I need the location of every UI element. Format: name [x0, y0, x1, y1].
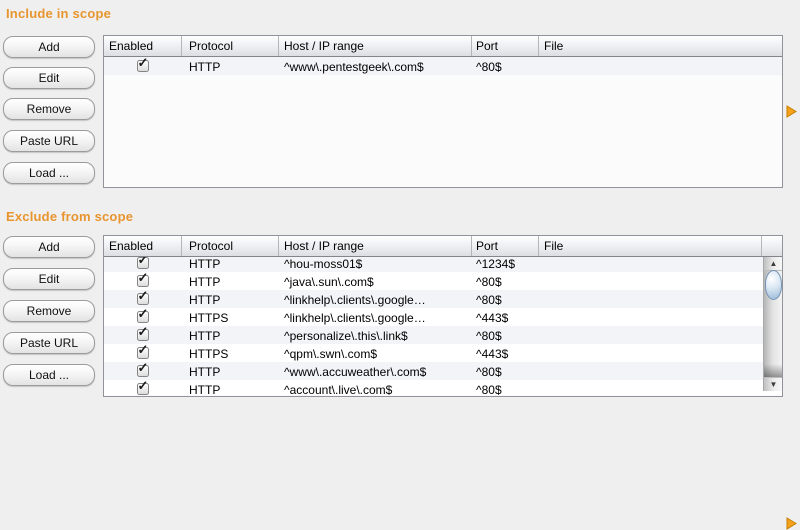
- column-header-protocol: Protocol: [189, 39, 233, 53]
- include-expander-arrow-icon[interactable]: [786, 105, 797, 118]
- column-divider[interactable]: [538, 36, 539, 56]
- vertical-scrollbar[interactable]: ▲ ▼: [763, 257, 783, 391]
- exclude-section-title: Exclude from scope: [6, 209, 133, 224]
- checkmark-icon: ✓: [138, 361, 149, 375]
- column-header-enabled: Enabled: [109, 39, 153, 53]
- column-header-port: Port: [476, 239, 498, 253]
- column-header-file: File: [544, 39, 563, 53]
- scrollbar-track-shadow: [764, 364, 783, 377]
- row-host: ^personalize\.this\.link$: [284, 329, 470, 343]
- exclude-add-button[interactable]: Add: [3, 236, 95, 258]
- table-row[interactable]: ✓ HTTPS ^linkhelp\.clients\.google… ^443$: [104, 308, 782, 326]
- column-divider[interactable]: [181, 36, 182, 56]
- checkmark-icon: ✓: [138, 307, 149, 321]
- checkmark-icon: ✓: [138, 257, 149, 267]
- column-divider[interactable]: [471, 236, 472, 256]
- row-protocol: HTTPS: [189, 347, 277, 361]
- exclude-remove-button[interactable]: Remove: [3, 300, 95, 322]
- include-section-title: Include in scope: [6, 6, 111, 21]
- row-protocol: HTTP: [189, 293, 277, 307]
- column-divider: [761, 236, 762, 256]
- exclude-from-scope-section: Exclude from scope Add Edit Remove Paste…: [0, 206, 800, 406]
- row-port: ^80$: [476, 383, 538, 395]
- checkmark-icon: ✓: [138, 379, 149, 393]
- checkmark-icon: ✓: [138, 343, 149, 357]
- row-port: ^80$: [476, 365, 538, 379]
- row-host: ^account\.live\.com$: [284, 383, 470, 395]
- column-header-file: File: [544, 239, 563, 253]
- row-enabled-checkbox[interactable]: ✓: [104, 57, 181, 75]
- row-host: ^java\.sun\.com$: [284, 275, 470, 289]
- row-protocol: HTTPS: [189, 311, 277, 325]
- checkmark-icon: ✓: [138, 271, 149, 285]
- table-row[interactable]: ✓ HTTP ^account\.live\.com$ ^80$: [104, 380, 782, 395]
- row-host: ^www\.accuweather\.com$: [284, 365, 470, 379]
- row-port: ^443$: [476, 311, 538, 325]
- row-enabled-checkbox[interactable]: ✓: [104, 380, 181, 395]
- include-remove-button[interactable]: Remove: [3, 98, 95, 120]
- table-row[interactable]: ✓ HTTP ^hou-moss01$ ^1234$: [104, 257, 782, 272]
- row-protocol: HTTP: [189, 383, 277, 395]
- row-protocol: HTTP: [189, 257, 277, 271]
- exclude-load-button[interactable]: Load ...: [3, 364, 95, 386]
- row-port: ^80$: [476, 275, 538, 289]
- scrollbar-thumb[interactable]: [765, 270, 782, 300]
- row-port: ^80$: [476, 293, 538, 307]
- include-table-header: Enabled Protocol Host / IP range Port Fi…: [104, 36, 782, 57]
- include-scope-table: ✓ HTTP ^www\.pentestgeek\.com$ ^80$ Enab…: [103, 35, 783, 188]
- scroll-up-icon[interactable]: ▲: [764, 257, 783, 271]
- row-host: ^linkhelp\.clients\.google…: [284, 293, 470, 307]
- row-host: ^linkhelp\.clients\.google…: [284, 311, 470, 325]
- table-row[interactable]: ✓ HTTP ^personalize\.this\.link$ ^80$: [104, 326, 782, 344]
- scroll-down-icon[interactable]: ▼: [764, 377, 783, 391]
- include-load-button[interactable]: Load ...: [3, 162, 95, 184]
- include-paste-url-button[interactable]: Paste URL: [3, 130, 95, 152]
- row-protocol: HTTP: [189, 60, 277, 74]
- exclude-table-body: ✓ HTTP ^hou-moss01$ ^1234$ ✓ HTTP ^java\.sun\.…: [104, 257, 782, 395]
- column-header-port: Port: [476, 39, 498, 53]
- table-row[interactable]: ✓ HTTP ^linkhelp\.clients\.google… ^80$: [104, 290, 782, 308]
- row-host: ^www\.pentestgeek\.com$: [284, 60, 470, 74]
- row-protocol: HTTP: [189, 329, 277, 343]
- row-port: ^1234$: [476, 257, 538, 271]
- row-protocol: HTTP: [189, 365, 277, 379]
- table-row[interactable]: ✓ HTTP ^www\.pentestgeek\.com$ ^80$: [104, 57, 782, 75]
- row-port: ^80$: [476, 329, 538, 343]
- column-header-host: Host / IP range: [284, 39, 364, 53]
- exclude-edit-button[interactable]: Edit: [3, 268, 95, 290]
- include-table-body: ✓ HTTP ^www\.pentestgeek\.com$ ^80$: [104, 57, 782, 186]
- table-row[interactable]: ✓ HTTP ^www\.accuweather\.com$ ^80$: [104, 362, 782, 380]
- include-edit-button[interactable]: Edit: [3, 67, 95, 89]
- table-row[interactable]: ✓ HTTP ^java\.sun\.com$ ^80$: [104, 272, 782, 290]
- include-add-button[interactable]: Add: [3, 36, 95, 58]
- column-header-protocol: Protocol: [189, 239, 233, 253]
- row-port: ^443$: [476, 347, 538, 361]
- table-row[interactable]: ✓ HTTPS ^qpm\.swn\.com$ ^443$: [104, 344, 782, 362]
- column-header-enabled: Enabled: [109, 239, 153, 253]
- checkmark-icon: ✓: [138, 325, 149, 339]
- checkmark-icon: ✓: [138, 57, 149, 70]
- column-divider[interactable]: [181, 236, 182, 256]
- exclude-paste-url-button[interactable]: Paste URL: [3, 332, 95, 354]
- row-port: ^80$: [476, 60, 538, 74]
- column-header-host: Host / IP range: [284, 239, 364, 253]
- column-divider[interactable]: [538, 236, 539, 256]
- include-in-scope-section: Include in scope Add Edit Remove Paste U…: [0, 0, 800, 206]
- column-divider[interactable]: [471, 36, 472, 56]
- row-protocol: HTTP: [189, 275, 277, 289]
- column-divider[interactable]: [278, 36, 279, 56]
- column-divider[interactable]: [278, 236, 279, 256]
- row-host: ^hou-moss01$: [284, 257, 470, 271]
- row-host: ^qpm\.swn\.com$: [284, 347, 470, 361]
- exclude-expander-arrow-icon[interactable]: [786, 517, 797, 530]
- checkmark-icon: ✓: [138, 289, 149, 303]
- exclude-table-header: Enabled Protocol Host / IP range Port Fi…: [104, 236, 782, 257]
- exclude-scope-table: ✓ HTTP ^hou-moss01$ ^1234$ ✓ HTTP ^java\.sun\.…: [103, 235, 783, 397]
